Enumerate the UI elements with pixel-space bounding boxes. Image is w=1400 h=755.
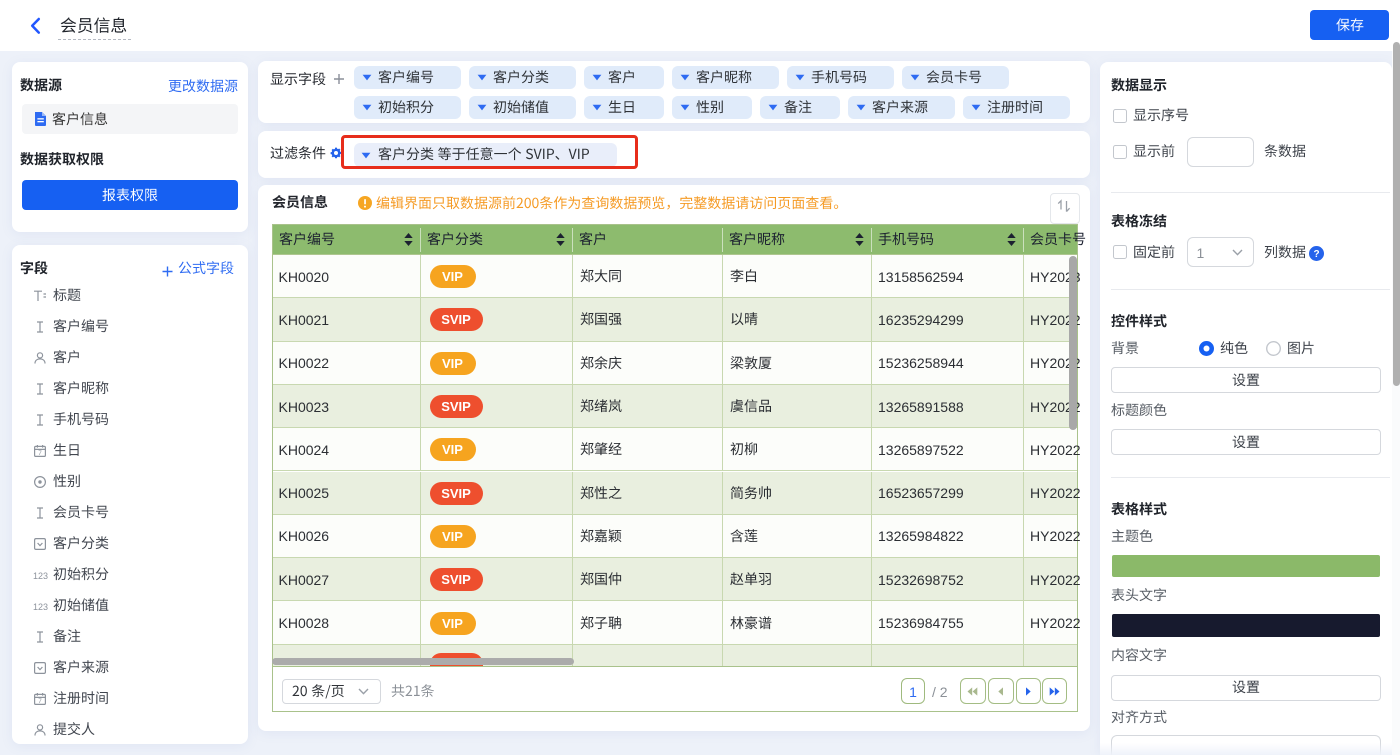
svg-text:7: 7 [38,450,42,457]
svg-text:?: ? [1313,249,1319,260]
svg-text:123: 123 [33,601,48,611]
svg-text:123: 123 [33,570,48,580]
svg-text:7: 7 [38,698,42,705]
